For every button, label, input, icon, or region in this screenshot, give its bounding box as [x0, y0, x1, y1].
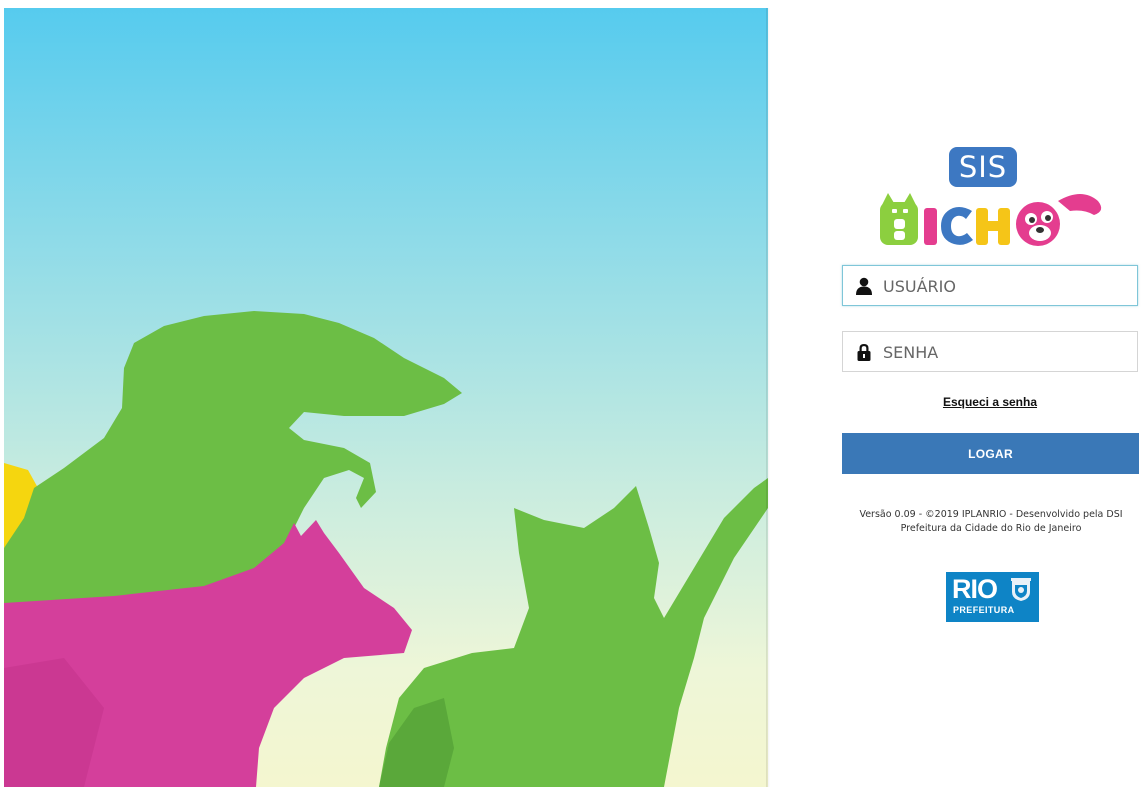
- footer-text: Versão 0.09 - ©2019 IPLANRIO - Desenvolv…: [842, 508, 1140, 536]
- footer-city-line: Prefeitura da Cidade do Rio de Janeiro: [900, 523, 1082, 534]
- user-icon: [856, 277, 872, 295]
- username-input[interactable]: [881, 270, 1135, 303]
- login-button[interactable]: LOGAR: [842, 433, 1139, 474]
- forgot-password-link[interactable]: Esqueci a senha: [842, 395, 1138, 409]
- pets-silhouette-image: [4, 311, 768, 787]
- rio-logo-subtitle: PREFEITURA: [953, 605, 1015, 615]
- crest-icon: [1011, 578, 1031, 601]
- username-field[interactable]: [842, 265, 1138, 306]
- login-panel: [770, 0, 1141, 787]
- rio-logo-word: RIO: [952, 574, 998, 604]
- lock-icon: [857, 344, 871, 361]
- rio-prefeitura-logo: RIO PREFEITURA: [946, 572, 1039, 622]
- password-input[interactable]: [881, 336, 1135, 369]
- footer-version-line: Versão 0.09 - ©2019 IPLANRIO - Desenvolv…: [859, 509, 1123, 520]
- password-field[interactable]: [842, 331, 1138, 372]
- sis-bicho-logo: SIS: [870, 145, 1110, 249]
- hero-illustration: [4, 8, 768, 787]
- logo-bicho-wordmark: [880, 193, 1102, 246]
